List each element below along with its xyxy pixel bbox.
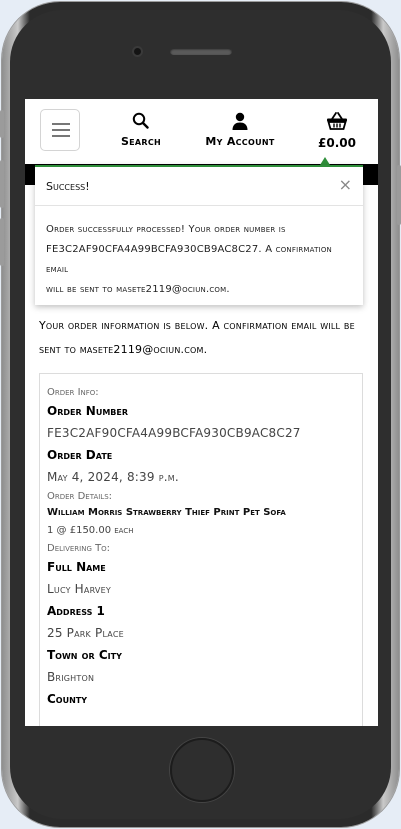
hamburger-icon: [52, 123, 70, 125]
order-item-name: William Morris Strawberry Thief Print Pe…: [47, 507, 286, 518]
delivery-heading: Delivering To:: [47, 543, 111, 554]
order-summary-card: Order Info: Order Number FE3C2AF90CFA4A9…: [39, 373, 363, 726]
nav-search[interactable]: Search: [115, 111, 167, 148]
phone-volume-down: [0, 218, 4, 266]
phone-volume-up: [0, 160, 4, 208]
town-value: Brighton: [47, 670, 95, 684]
toast-title: Success!: [46, 180, 90, 193]
toast-body: Order successfully processed! Your order…: [35, 206, 363, 300]
phone-power-button: [397, 165, 401, 225]
order-number-value: FE3C2AF90CFA4A99BCFA930CB9AC8C27: [47, 426, 301, 440]
phone-speaker: [170, 48, 232, 55]
order-item-quantity: 1 @ £150.00 each: [47, 525, 134, 536]
navbar-toggler-button[interactable]: [40, 109, 80, 151]
site-header: Search My Account £0.00: [25, 99, 378, 164]
order-info-heading: Order Info:: [47, 387, 99, 398]
order-date-label: Order Date: [47, 448, 113, 462]
toast-message-line: Order successfully processed! Your order…: [46, 224, 286, 235]
toast-header: Success! ×: [35, 167, 363, 206]
nav-search-label: Search: [120, 135, 162, 148]
phone-camera: [134, 48, 141, 55]
shopping-basket-icon: [327, 112, 347, 130]
order-intro-text: Your order information is below. A confi…: [39, 314, 369, 362]
address1-value: 25 Park Place: [47, 626, 124, 640]
hamburger-icon-bar: [52, 135, 70, 137]
phone-mute-switch: [0, 110, 4, 138]
county-label: County: [47, 692, 88, 706]
toast-arrow: [320, 157, 330, 165]
intro-line: sent to masete2119@ociun.com.: [39, 343, 208, 356]
hamburger-icon-bar: [52, 129, 70, 131]
bag-total: £0.00: [318, 136, 356, 150]
address1-label: Address 1: [47, 604, 105, 618]
close-icon[interactable]: ×: [339, 175, 352, 194]
toast-divider: [45, 306, 353, 307]
toast-message-line: will be sent to masete2119@ociun.com.: [46, 284, 230, 295]
nav-my-account-label: My Account: [205, 135, 275, 148]
order-number-label: Order Number: [47, 404, 129, 418]
user-icon: [232, 112, 248, 130]
order-date-value: May 4, 2024, 8:39 p.m.: [47, 470, 179, 484]
intro-line: Your order information is below. A confi…: [39, 319, 355, 332]
nav-my-account[interactable]: My Account: [201, 111, 279, 148]
town-label: Town or City: [47, 648, 122, 662]
full-name-label: Full Name: [47, 560, 106, 574]
phone-screen: Search My Account £0.00 Success! × Order…: [25, 99, 378, 726]
order-details-heading: Order Details:: [47, 491, 113, 502]
success-toast: Success! × Order successfully processed!…: [35, 165, 363, 307]
phone-home-button[interactable]: [170, 738, 234, 802]
full-name-value: Lucy Harvey: [47, 582, 111, 596]
search-icon: [132, 112, 149, 129]
nav-shopping-bag[interactable]: £0.00: [315, 111, 359, 150]
toast-message-line: FE3C2AF90CFA4A99BCFA930CB9AC8C27. A conf…: [46, 244, 332, 275]
